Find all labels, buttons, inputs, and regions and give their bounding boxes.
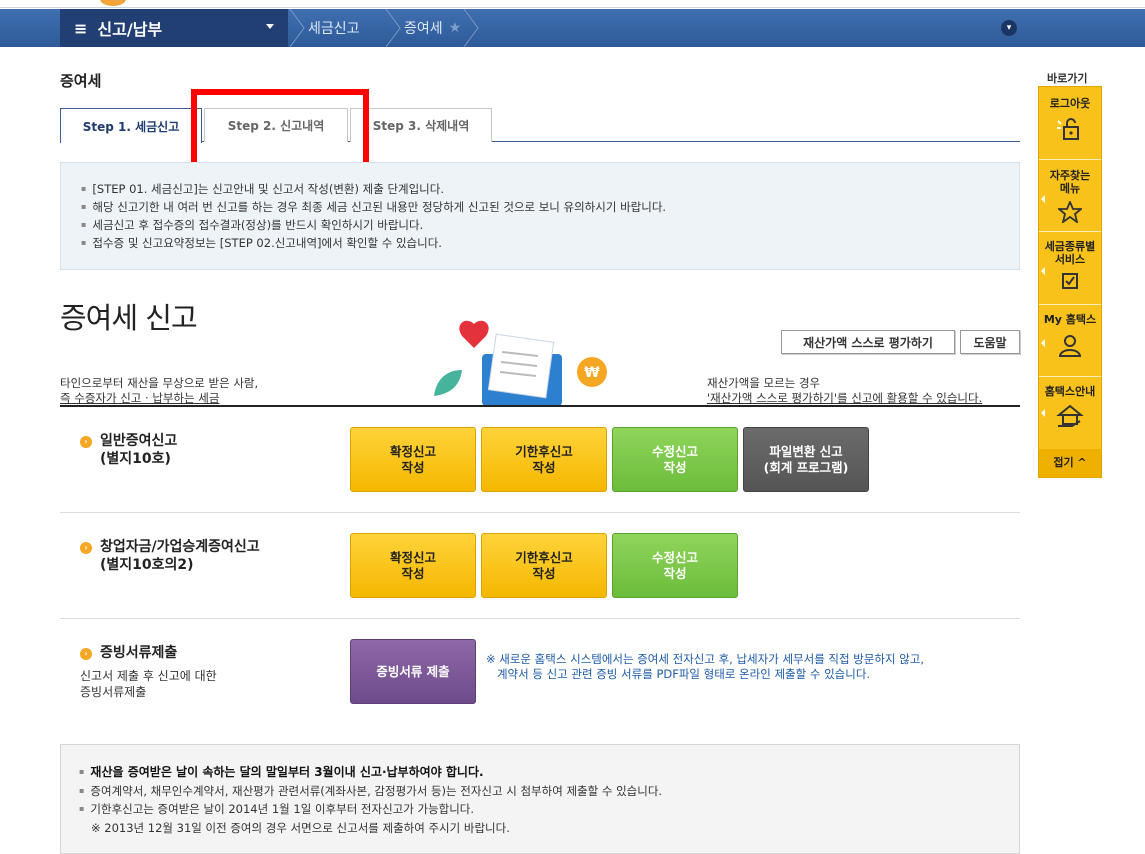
desc-line: 증빙서류제출 [80, 685, 147, 699]
quick-menu: 로그아웃 자주찾는 메뉴 세금종류별 서비스 My 홈택스 홈택스안내 접기 ^ [1038, 86, 1102, 478]
info-line: [STEP 01. 세금신고]는 신고안내 및 신고서 작성(변환) 제출 단계… [81, 180, 1019, 198]
quick-separator [1039, 376, 1101, 377]
breadcrumb-gift-tax-label: 증여세 [404, 21, 443, 37]
quick-separator [1039, 159, 1101, 160]
info-line: 세금신고 후 접수증의 접수결과(정상)를 반드시 확인하시기 바랍니다. [81, 216, 1019, 234]
house-hand-icon [1056, 404, 1084, 427]
gift-tax-illustration: ₩ [434, 320, 607, 406]
unlock-icon [1057, 118, 1079, 140]
startup-final-filing-button[interactable]: 확정신고 작성 [350, 533, 476, 598]
quick-item-label: 홈택스안내 [1044, 385, 1096, 398]
nav-bar: ≡ 신고/납부 세금신고 증여세 ★ ▾ [0, 9, 1145, 47]
breadcrumb-tax-filing[interactable]: 세금신고 [308, 9, 360, 47]
star-icon [1058, 201, 1082, 223]
section-title-text: 증빙서류제출 [100, 645, 178, 661]
general-late-filing-button[interactable]: 기한후신고 작성 [481, 427, 607, 492]
top-strip [0, 0, 1145, 8]
quick-tax-type-services[interactable]: 세금종류별 서비스 [1039, 240, 1101, 290]
arrow-bullet-icon: › [80, 542, 92, 554]
startup-late-filing-button[interactable]: 기한후신고 작성 [481, 533, 607, 598]
quick-logout[interactable]: 로그아웃 [1039, 97, 1101, 142]
heart-icon [459, 320, 489, 348]
desc-line: 타인으로부터 재산을 무상으로 받은 사람, [60, 376, 259, 390]
notice-line: 재산을 증여받은 날이 속하는 달의 말일부터 3월이내 신고·납부하여야 합니… [79, 763, 1019, 782]
desc-line: 즉 수증자가 신고 · 납부하는 세금 [60, 391, 220, 405]
logo-icon [100, 0, 126, 6]
startup-form-number: (별지10호의2) [100, 557, 194, 573]
quick-menu-title: 바로가기 [1047, 72, 1088, 85]
evidence-submission-title: › 증빙서류제출 [80, 644, 177, 662]
section-heading: 증여세 신고 [60, 301, 198, 335]
page-title: 증여세 [60, 72, 102, 90]
startup-amended-filing-button[interactable]: 수정신고 작성 [612, 533, 738, 598]
arrow-bullet-icon: › [80, 648, 92, 660]
hamburger-icon: ≡ [74, 18, 88, 38]
section-title-text: 일반증여신고 [100, 433, 178, 449]
section-divider [60, 618, 1020, 619]
evidence-description: 신고서 제출 후 신고에 대한 증빙서류제출 [80, 668, 217, 700]
arrow-bullet-icon: › [80, 436, 92, 448]
quick-separator [1039, 304, 1101, 305]
desc-line: '재산가액 스스로 평가하기'를 신고에 활용할 수 있습니다. [707, 391, 983, 405]
quick-my-hometax[interactable]: My 홈택스 [1039, 313, 1101, 358]
main-menu-selector[interactable]: ≡ 신고/납부 [60, 9, 288, 47]
heading-divider [60, 405, 1020, 407]
tab-step2-filing-history[interactable]: Step 2. 신고내역 [204, 108, 348, 142]
section-divider [60, 512, 1020, 513]
leaf-icon [434, 370, 462, 396]
fold-quick-menu-button[interactable]: 접기 ^ [1039, 449, 1101, 477]
quick-item-label: 로그아웃 [1049, 97, 1091, 110]
notice-line: ※ 2013년 12월 31일 이전 증여의 경우 서면으로 신고서를 제출하여… [91, 820, 510, 835]
gift-tax-description: 타인으로부터 재산을 무상으로 받은 사람, 즉 수증자가 신고 · 납부하는 … [60, 376, 258, 406]
notice-box: 재산을 증여받은 날이 속하는 달의 말일부터 3월이내 신고·납부하여야 합니… [60, 744, 1020, 854]
info-line: 접수증 및 신고요약정보는 [STEP 02.신고내역]에서 확인할 수 있습니… [81, 234, 1019, 252]
menu-title: 신고/납부 [97, 20, 163, 39]
self-evaluate-property-button[interactable]: 재산가액 스스로 평가하기 [781, 330, 955, 354]
checkbox-icon [1062, 273, 1078, 289]
section-title-text: 창업자금/가업승계증여신고 [100, 539, 260, 555]
breadcrumb-gift-tax[interactable]: 증여세 ★ [404, 9, 461, 47]
caret-down-icon [266, 24, 274, 29]
quick-hometax-guide[interactable]: 홈택스안내 [1039, 385, 1101, 430]
step-tabs: Step 1. 세금신고 Step 2. 신고내역 Step 3. 삭제내역 [60, 108, 1020, 143]
quick-item-label: 자주찾는 메뉴 [1049, 169, 1091, 195]
document-icon [487, 333, 555, 399]
svg-text:₩: ₩ [584, 365, 600, 381]
breadcrumb-separator-icon [385, 9, 401, 47]
breadcrumb-separator-icon [289, 9, 305, 47]
general-final-filing-button[interactable]: 확정신고 작성 [350, 427, 476, 492]
startup-succession-gift-filing-title: › 창업자금/가업승계증여신고 [80, 538, 260, 556]
evidence-note: ※ 새로운 홈택스 시스템에서는 증여세 전자신고 후, 납세자가 세무서를 직… [486, 652, 925, 681]
file-conversion-filing-button[interactable]: 파일변환 신고 (회계 프로그램) [743, 427, 869, 492]
desc-line: 재산가액을 모르는 경우 [707, 376, 821, 390]
breadcrumb-separator-icon [463, 9, 479, 47]
general-gift-filing-title: › 일반증여신고 [80, 432, 177, 450]
expand-menu-icon[interactable]: ▾ [1001, 20, 1017, 36]
general-amended-filing-button[interactable]: 수정신고 작성 [612, 427, 738, 492]
submit-evidence-button[interactable]: 증빙서류 제출 [350, 639, 476, 704]
favorite-star-icon[interactable]: ★ [449, 20, 462, 36]
desc-line: 신고서 제출 후 신고에 대한 [80, 669, 217, 683]
tab-step3-deleted-history[interactable]: Step 3. 삭제내역 [350, 108, 492, 142]
notice-line: 증여계약서, 채무인수계약서, 재산평가 관련서류(계좌사본, 감정평가서 등)… [79, 782, 1019, 801]
tab-step1-tax-filing[interactable]: Step 1. 세금신고 [60, 108, 202, 143]
quick-favorite-menu[interactable]: 자주찾는 메뉴 [1039, 169, 1101, 223]
quick-item-label: My 홈택스 [1043, 313, 1097, 326]
user-icon [1058, 335, 1082, 357]
quick-item-label: 세금종류별 서비스 [1044, 240, 1096, 266]
info-box: [STEP 01. 세금신고]는 신고안내 및 신고서 작성(변환) 제출 단계… [60, 162, 1020, 270]
help-button[interactable]: 도움말 [960, 330, 1020, 354]
general-gift-form-number: (별지10호) [100, 451, 171, 467]
notice-line: 기한후신고는 증여받은 날이 2014년 1월 1일 이후부터 전자신고가 가능… [79, 800, 1019, 819]
quick-separator [1039, 231, 1101, 232]
property-evaluation-description: 재산가액을 모르는 경우 '재산가액 스스로 평가하기'를 신고에 활용할 수 … [707, 376, 982, 406]
info-line: 해당 신고기한 내 여러 번 신고를 하는 경우 최종 세금 신고된 내용만 정… [81, 198, 1019, 216]
